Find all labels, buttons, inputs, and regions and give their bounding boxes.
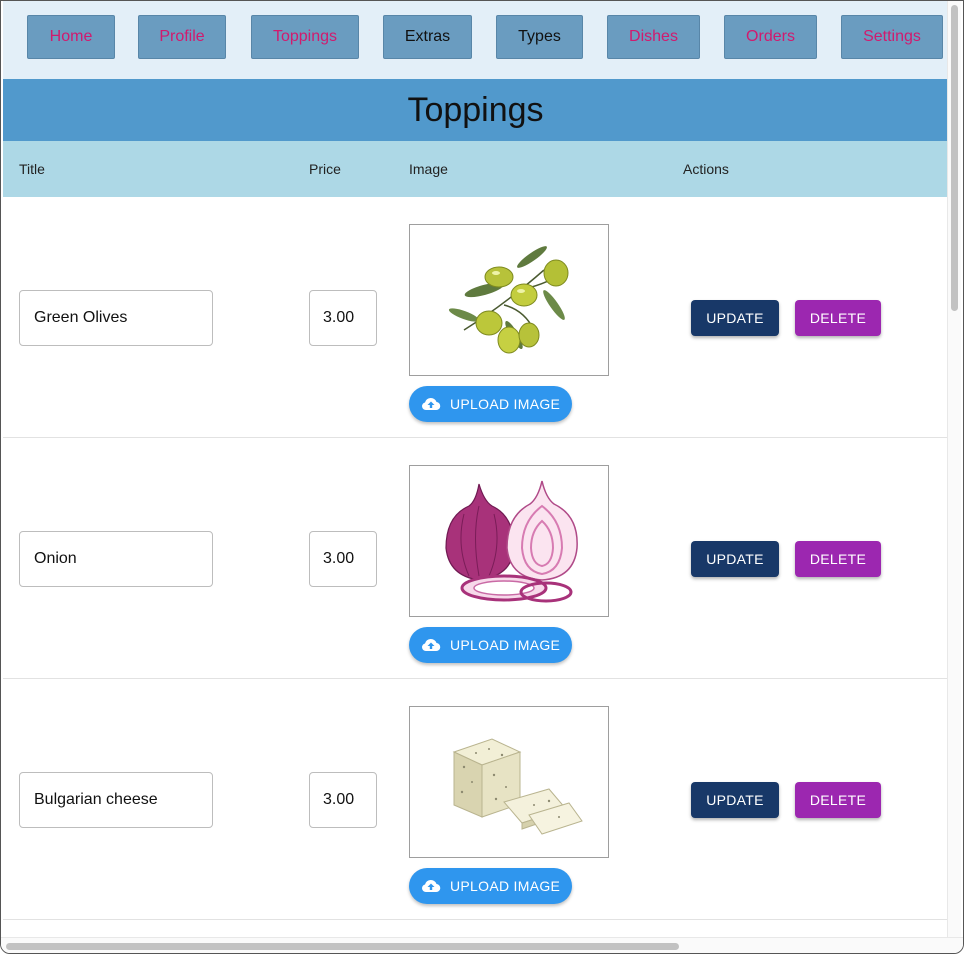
nav-orders-button[interactable]: Orders <box>724 15 817 59</box>
vertical-scrollbar[interactable] <box>947 1 961 937</box>
delete-button[interactable]: DELETE <box>795 300 881 336</box>
delete-button[interactable]: DELETE <box>795 782 881 818</box>
nav-types-button[interactable]: Types <box>496 15 583 59</box>
nav-settings-button[interactable]: Settings <box>841 15 943 59</box>
title-input[interactable] <box>19 531 213 587</box>
cloud-upload-icon <box>422 638 441 652</box>
cloud-upload-icon <box>422 879 441 893</box>
header-actions: Actions <box>683 161 729 177</box>
upload-label: UPLOAD IMAGE <box>450 396 561 412</box>
table-row: UPLOAD IMAGE UPDATE DELETE <box>3 438 948 679</box>
vertical-scroll-thumb[interactable] <box>951 5 958 311</box>
upload-image-button[interactable]: UPLOAD IMAGE <box>409 627 572 663</box>
price-input[interactable] <box>309 290 377 346</box>
nav-home-button[interactable]: Home <box>27 15 115 59</box>
page-title: Toppings <box>3 79 948 141</box>
title-input[interactable] <box>19 290 213 346</box>
green-olives-image <box>409 224 609 376</box>
table-row: UPLOAD IMAGE UPDATE DELETE <box>3 679 948 920</box>
upload-label: UPLOAD IMAGE <box>450 637 561 653</box>
upload-label: UPLOAD IMAGE <box>450 878 561 894</box>
upload-image-button[interactable]: UPLOAD IMAGE <box>409 386 572 422</box>
bulgarian-cheese-image <box>409 706 609 858</box>
price-input[interactable] <box>309 531 377 587</box>
upload-image-button[interactable]: UPLOAD IMAGE <box>409 868 572 904</box>
nav-toppings-button[interactable]: Toppings <box>251 15 359 59</box>
horizontal-scroll-thumb[interactable] <box>6 943 679 950</box>
header-title: Title <box>19 161 45 177</box>
red-onion-image <box>409 465 609 617</box>
nav-dishes-button[interactable]: Dishes <box>607 15 700 59</box>
update-button[interactable]: UPDATE <box>691 782 779 818</box>
price-input[interactable] <box>309 772 377 828</box>
horizontal-scrollbar[interactable] <box>1 937 963 953</box>
title-input[interactable] <box>19 772 213 828</box>
table-header: Title Price Image Actions <box>3 141 948 197</box>
nav-extras-button[interactable]: Extras <box>383 15 472 59</box>
main-content: Home Profile Toppings Extras Types Dishe… <box>3 1 948 937</box>
update-button[interactable]: UPDATE <box>691 300 779 336</box>
top-nav: Home Profile Toppings Extras Types Dishe… <box>3 1 948 79</box>
app-window: Home Profile Toppings Extras Types Dishe… <box>0 0 964 954</box>
cloud-upload-icon <box>422 397 441 411</box>
header-price: Price <box>309 161 341 177</box>
update-button[interactable]: UPDATE <box>691 541 779 577</box>
nav-profile-button[interactable]: Profile <box>138 15 226 59</box>
header-image: Image <box>409 161 448 177</box>
table-row: UPLOAD IMAGE UPDATE DELETE <box>3 197 948 438</box>
delete-button[interactable]: DELETE <box>795 541 881 577</box>
